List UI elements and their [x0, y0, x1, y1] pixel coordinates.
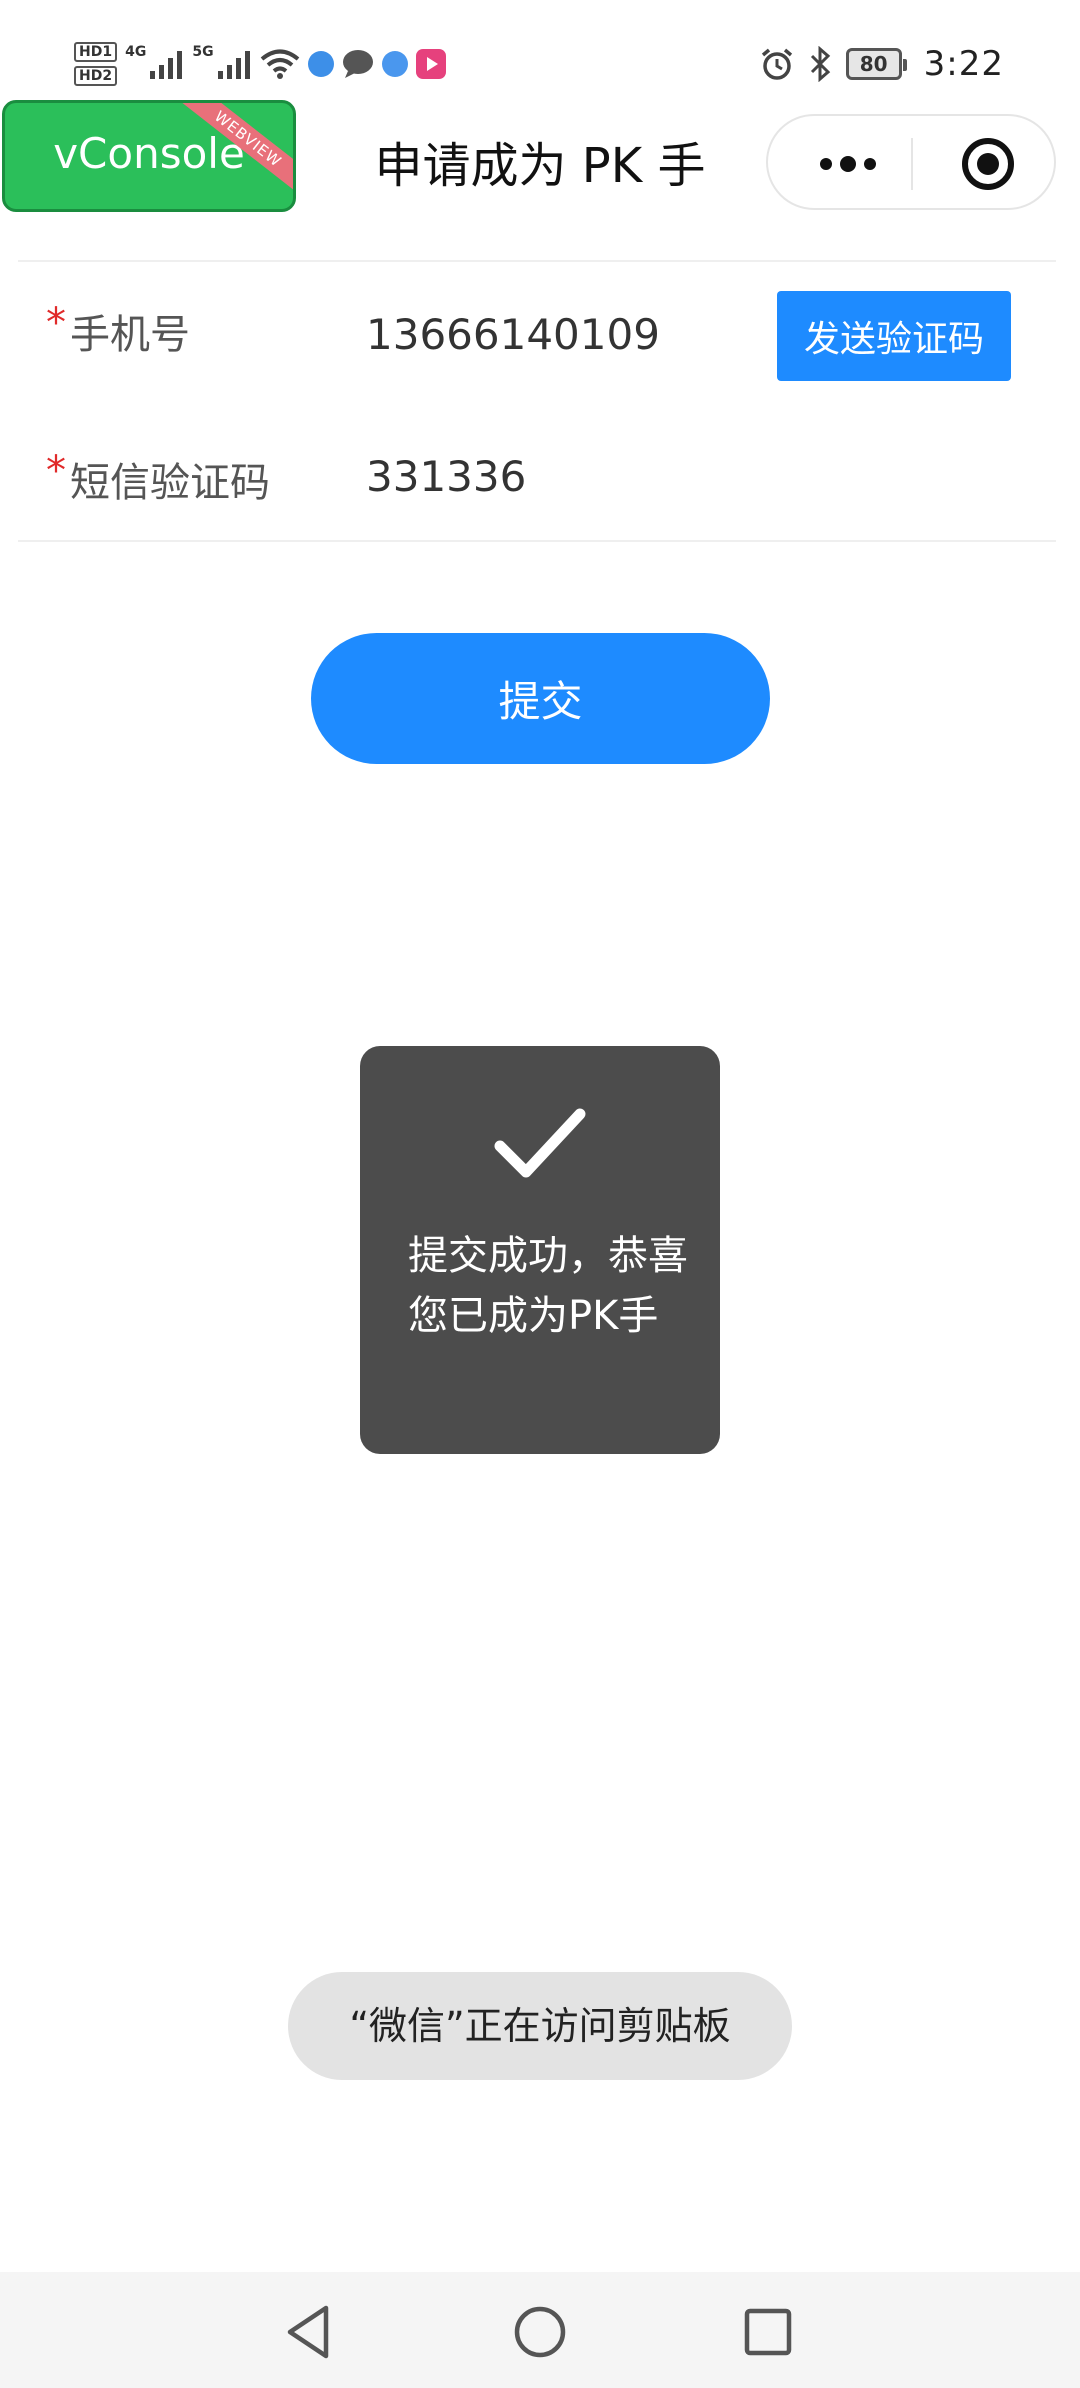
- phone-input[interactable]: [366, 310, 726, 359]
- video-app-icon: [415, 49, 446, 79]
- home-icon[interactable]: [510, 2302, 570, 2362]
- alarm-icon: [761, 48, 792, 80]
- clipboard-notice: “微信”正在访问剪贴板: [288, 1972, 792, 2080]
- sms-code-input[interactable]: [366, 452, 726, 501]
- recent-apps-icon[interactable]: [738, 2302, 798, 2362]
- vconsole-button[interactable]: vConsole WEBVIEW: [2, 100, 296, 212]
- network-type-2: 5G: [192, 44, 214, 60]
- send-code-button[interactable]: 发送验证码: [777, 291, 1011, 381]
- page-title: 申请成为 PK 手: [374, 138, 706, 194]
- hd2-badge: HD2: [74, 66, 118, 86]
- browser-app-2-icon: [381, 51, 408, 77]
- app-page: HD1 HD2 4G 5G 80 3:22 vConsole WEBVIEW 申…: [0, 0, 1080, 2388]
- required-mark: *: [46, 448, 66, 494]
- divider-top: [18, 260, 1056, 262]
- more-dot-icon: [840, 156, 856, 172]
- sms-label: 短信验证码: [70, 460, 270, 506]
- signal-1-icon: [150, 51, 183, 79]
- more-button[interactable]: [808, 144, 888, 184]
- miniprogram-capsule: [766, 114, 1056, 210]
- clock: 3:22: [923, 44, 1004, 84]
- capsule-divider: [911, 138, 913, 190]
- wifi-icon: [260, 49, 299, 79]
- divider-bottom: [18, 540, 1056, 542]
- success-toast: 提交成功，恭喜您已成为PK手: [360, 1046, 720, 1454]
- submit-button[interactable]: 提交: [311, 633, 770, 764]
- network-type-1: 4G: [125, 44, 147, 60]
- signal-2-icon: [217, 51, 250, 79]
- more-dot-icon: [820, 158, 832, 170]
- battery-indicator: 80: [845, 48, 907, 80]
- browser-app-icon: [307, 51, 334, 77]
- more-dot-icon: [864, 158, 876, 170]
- system-nav-bar: [0, 2272, 1080, 2388]
- status-bar-left: HD1 HD2 4G 5G: [74, 32, 446, 96]
- bluetooth-icon: [810, 46, 830, 82]
- hd-indicators: HD1 HD2: [74, 42, 118, 86]
- phone-label: 手机号: [70, 312, 190, 358]
- back-icon[interactable]: [280, 2302, 340, 2362]
- status-bar-right: 80 3:22: [760, 40, 1004, 88]
- message-bubble-icon: [342, 50, 373, 78]
- close-miniprogram-icon[interactable]: [960, 136, 1016, 192]
- hd1-badge: HD1: [74, 42, 118, 62]
- toast-message: 提交成功，恭喜您已成为PK手: [408, 1233, 688, 1339]
- required-mark: *: [46, 300, 66, 346]
- checkmark-icon: [494, 1108, 586, 1178]
